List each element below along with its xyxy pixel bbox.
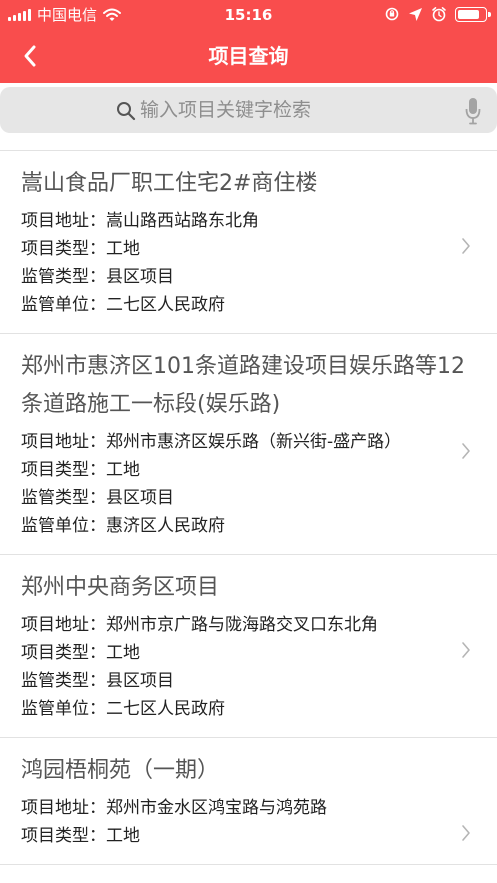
orientation-lock-icon	[385, 7, 399, 21]
field-label: 监管类型：	[21, 267, 106, 287]
field-label: 项目地址：	[21, 432, 106, 452]
field-label: 项目地址：	[21, 615, 106, 635]
project-list-item[interactable]: 郑州中央商务区项目 项目地址：郑州市京广路与陇海路交叉口东北角 项目类型：工地 …	[0, 555, 497, 738]
field-label: 监管单位：	[21, 699, 106, 719]
project-type-row: 项目类型：工地	[21, 456, 497, 484]
project-address-row: 项目地址：郑州市惠济区娱乐路（新兴街-盛产路）	[21, 428, 497, 456]
supervision-unit-row: 监管单位：二七区人民政府	[21, 695, 497, 723]
project-list-item[interactable]: 鸿园梧桐苑（一期） 项目地址：郑州市金水区鸿宝路与鸿苑路 项目类型：工地	[0, 738, 497, 865]
field-label: 监管单位：	[21, 516, 106, 536]
field-label: 项目地址：	[21, 211, 106, 231]
project-address-row: 项目地址：郑州市京广路与陇海路交叉口东北角	[21, 611, 497, 639]
supervision-type-row: 监管类型：县区项目	[21, 263, 497, 291]
project-type: 工地	[106, 643, 140, 663]
project-name: 嵩山食品厂职工住宅2#商住楼	[21, 171, 318, 196]
project-type-row: 项目类型：工地	[21, 639, 497, 667]
chevron-right-icon	[462, 238, 470, 254]
microphone-icon[interactable]	[465, 97, 481, 125]
project-address: 郑州市京广路与陇海路交叉口东北角	[106, 615, 378, 635]
field-label: 项目类型：	[21, 826, 106, 846]
project-type: 工地	[106, 826, 140, 846]
project-type: 工地	[106, 460, 140, 480]
page-title: 项目查询	[208, 44, 289, 68]
alarm-clock-icon	[432, 7, 446, 22]
project-name: 郑州中央商务区项目	[21, 575, 220, 600]
project-address: 郑州市金水区鸿宝路与鸿苑路	[106, 798, 327, 818]
status-bar: 中国电信 15:16	[0, 0, 497, 30]
supervision-type: 县区项目	[106, 267, 174, 287]
project-address-row: 项目地址：嵩山路西站路东北角	[21, 207, 497, 235]
project-type-row: 项目类型：工地	[21, 235, 497, 263]
field-label: 项目类型：	[21, 643, 106, 663]
supervision-unit-row: 监管单位：二七区人民政府	[21, 291, 497, 319]
project-name: 鸿园梧桐苑（一期）	[21, 758, 220, 783]
search-input[interactable]	[140, 87, 440, 133]
supervision-unit: 二七区人民政府	[106, 295, 225, 315]
field-label: 项目地址：	[21, 798, 106, 818]
field-label: 监管类型：	[21, 488, 106, 508]
field-label: 监管单位：	[21, 295, 106, 315]
supervision-unit: 二七区人民政府	[106, 699, 225, 719]
battery-icon	[455, 6, 491, 22]
supervision-type: 县区项目	[106, 488, 174, 508]
project-name: 郑州市惠济区101条道路建设项目娱乐路等12条道路施工一标段(娱乐路)	[21, 354, 465, 417]
chevron-right-icon	[462, 443, 470, 459]
supervision-type-row: 监管类型：县区项目	[21, 484, 497, 512]
supervision-type-row: 监管类型：县区项目	[21, 667, 497, 695]
search-bar[interactable]	[0, 87, 497, 133]
chevron-right-icon	[462, 642, 470, 658]
search-icon	[117, 102, 136, 121]
supervision-unit-row: 监管单位：惠济区人民政府	[21, 512, 497, 540]
project-list: 嵩山食品厂职工住宅2#商住楼 项目地址：嵩山路西站路东北角 项目类型：工地 监管…	[0, 151, 497, 865]
location-arrow-icon	[409, 7, 422, 21]
field-label: 项目类型：	[21, 239, 106, 259]
project-address: 嵩山路西站路东北角	[106, 211, 259, 231]
battery-level	[458, 9, 479, 19]
chevron-right-icon	[462, 825, 470, 841]
status-right	[384, 6, 491, 22]
project-type-row: 项目类型：工地	[21, 822, 497, 850]
search-area	[0, 83, 497, 151]
app-header: 中国电信 15:16 项目查询	[0, 0, 497, 83]
project-address: 郑州市惠济区娱乐路（新兴街-盛产路）	[106, 432, 402, 452]
project-type: 工地	[106, 239, 140, 259]
nav-bar: 项目查询	[0, 30, 497, 83]
supervision-unit: 惠济区人民政府	[106, 516, 225, 536]
project-address-row: 项目地址：郑州市金水区鸿宝路与鸿苑路	[21, 794, 497, 822]
field-label: 监管类型：	[21, 671, 106, 691]
project-list-item[interactable]: 嵩山食品厂职工住宅2#商住楼 项目地址：嵩山路西站路东北角 项目类型：工地 监管…	[0, 151, 497, 334]
supervision-type: 县区项目	[106, 671, 174, 691]
field-label: 项目类型：	[21, 460, 106, 480]
project-list-item[interactable]: 郑州市惠济区101条道路建设项目娱乐路等12条道路施工一标段(娱乐路) 项目地址…	[0, 334, 497, 555]
